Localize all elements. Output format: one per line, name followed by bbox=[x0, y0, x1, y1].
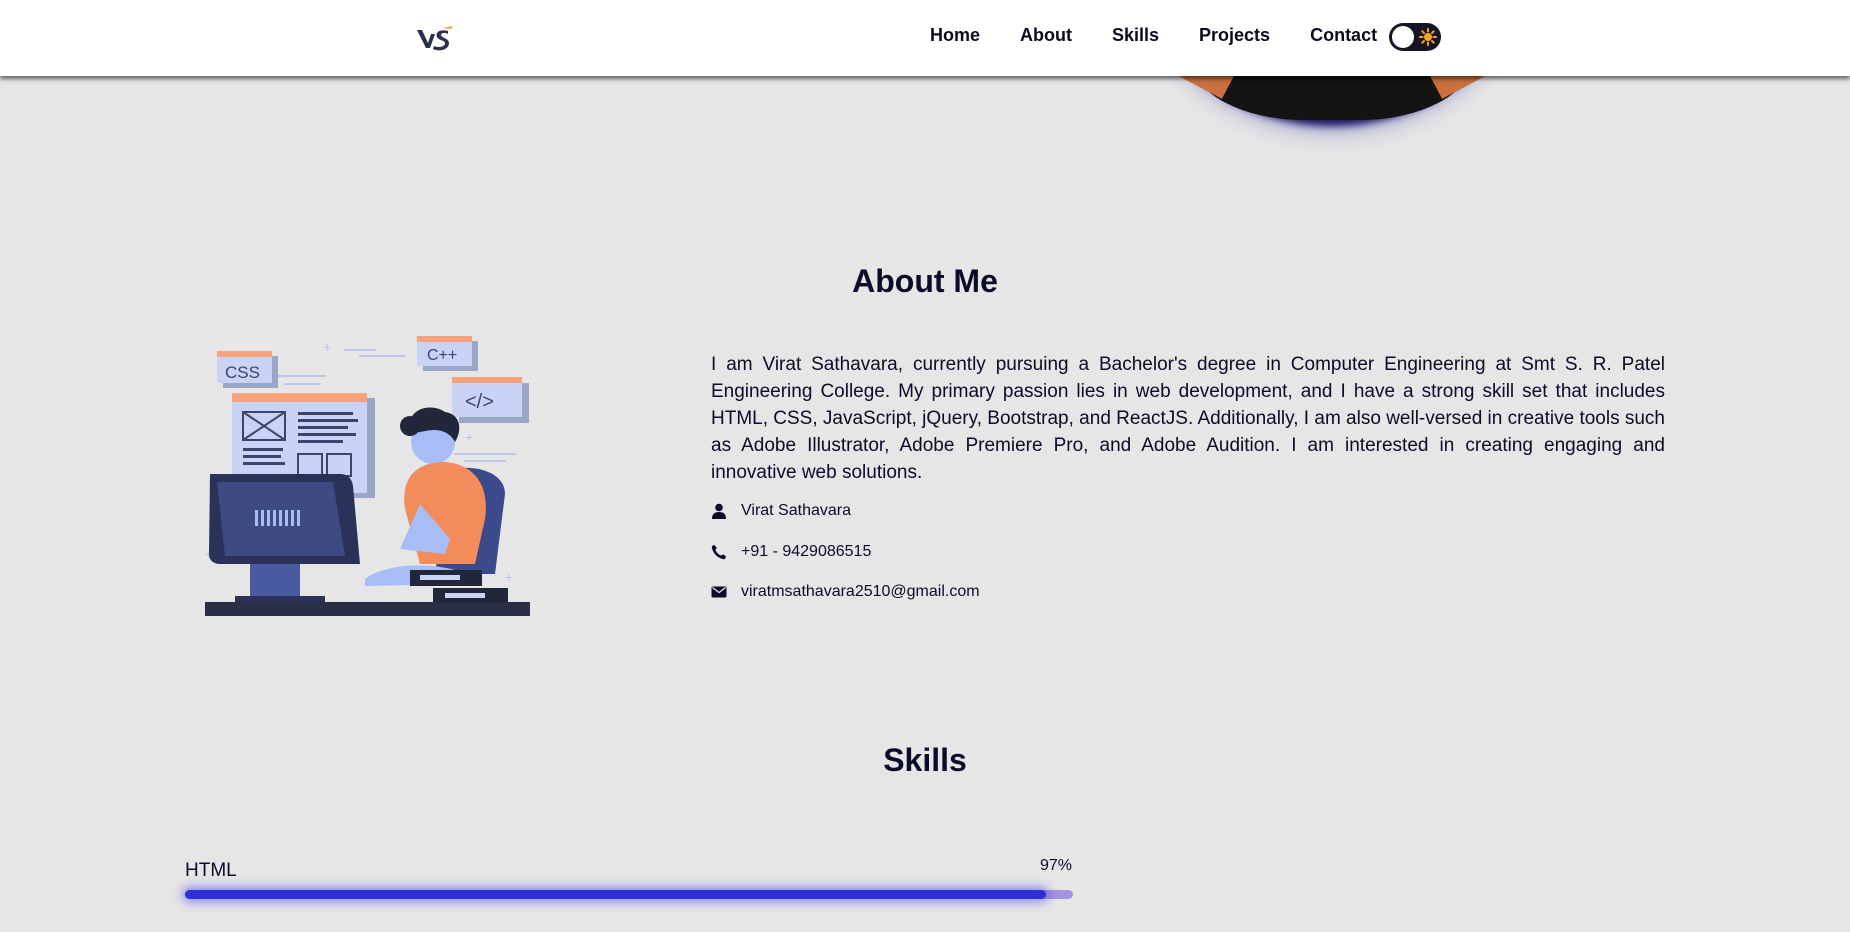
logo[interactable]: VS bbox=[415, 22, 455, 54]
css-label: CSS bbox=[225, 363, 260, 382]
skill-html-progress bbox=[185, 890, 1073, 899]
about-bio: I am Virat Sathavara, currently pursuing… bbox=[711, 354, 1665, 483]
nav-contact[interactable]: Contact bbox=[1310, 25, 1377, 46]
user-icon bbox=[712, 503, 726, 519]
cpp-label: C++ bbox=[427, 347, 457, 364]
skill-html-progress-fill bbox=[185, 890, 1047, 899]
svg-text:+: + bbox=[323, 339, 331, 355]
nav-home[interactable]: Home bbox=[930, 25, 980, 46]
info-email: viratmsathavara2510@gmail.com bbox=[711, 583, 980, 601]
toggle-knob bbox=[1392, 26, 1414, 48]
sun-icon bbox=[1419, 28, 1437, 46]
info-name-text: Virat Sathavara bbox=[741, 502, 851, 519]
info-phone-text: +91 - 9429086515 bbox=[741, 543, 872, 560]
nav-skills[interactable]: Skills bbox=[1112, 25, 1159, 46]
info-name: Virat Sathavara bbox=[711, 502, 851, 520]
svg-text:+: + bbox=[505, 569, 513, 585]
skills-title: Skills bbox=[883, 742, 967, 778]
about-title: About Me bbox=[852, 263, 998, 299]
info-email-text[interactable]: viratmsathavara2510@gmail.com bbox=[741, 583, 980, 601]
theme-toggle[interactable] bbox=[1389, 23, 1441, 51]
nav-about[interactable]: About bbox=[1020, 25, 1072, 46]
envelope-icon bbox=[711, 586, 727, 598]
code-label: </> bbox=[465, 391, 494, 413]
developer-illustration: ++++ CSS C++ </> bbox=[205, 336, 530, 616]
phone-icon bbox=[711, 544, 727, 560]
info-phone: +91 - 9429086515 bbox=[711, 543, 871, 561]
nav-projects[interactable]: Projects bbox=[1199, 25, 1270, 46]
navbar: VS Home About Skills Projects Contact bbox=[0, 0, 1850, 76]
skill-html-percent: 97% bbox=[1040, 857, 1073, 874]
nav-links: Home About Skills Projects Contact bbox=[930, 0, 1397, 70]
skill-html-name: HTML bbox=[185, 860, 237, 881]
svg-text:+: + bbox=[465, 429, 473, 445]
